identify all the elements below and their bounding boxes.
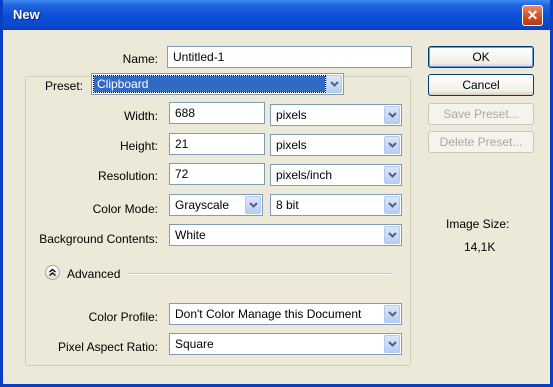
pixel-aspect-select[interactable]: Square [169,333,402,355]
preset-dropdown-arrow[interactable] [326,75,342,93]
ok-button[interactable]: OK [428,46,534,68]
height-label: Height: [119,139,158,153]
chevron-down-icon [388,202,397,208]
height-field[interactable]: 21 [169,133,265,155]
color-profile-arrow[interactable] [384,305,400,323]
image-size-value: 14,1K [464,240,496,254]
preset-selected-value: Clipboard [93,75,326,93]
name-label: Name: [122,52,158,66]
background-contents-value: White [175,228,206,242]
close-icon: ✕ [526,7,539,23]
height-unit-value: pixels [276,138,307,152]
bit-depth-select[interactable]: 8 bit [270,194,402,216]
advanced-label: Advanced [67,267,121,281]
height-unit-select[interactable]: pixels [270,134,402,156]
color-mode-select[interactable]: Grayscale [169,194,263,216]
save-preset-button[interactable]: Save Preset... [428,103,534,125]
width-field[interactable]: 688 [169,102,265,124]
chevron-down-icon [249,202,258,208]
pixel-aspect-value: Square [175,337,214,351]
resolution-unit-select[interactable]: pixels/inch [270,164,402,186]
background-contents-arrow[interactable] [384,226,400,244]
chevron-down-icon [388,311,397,317]
chevron-down-icon [388,341,397,347]
pixel-aspect-arrow[interactable] [384,335,400,353]
image-size-label: Image Size: [446,217,510,231]
resolution-field[interactable]: 72 [169,163,265,185]
bit-depth-value: 8 bit [276,198,299,212]
background-contents-label: Background Contents: [39,232,158,246]
pixel-aspect-label: Pixel Aspect Ratio: [57,340,158,354]
chevron-up-icon [49,268,56,276]
height-unit-arrow[interactable] [384,136,400,154]
preset-select[interactable]: Clipboard [91,73,344,95]
resolution-unit-arrow[interactable] [384,166,400,184]
chevron-down-icon [330,81,339,87]
resolution-unit-value: pixels/inch [276,168,333,182]
color-mode-value: Grayscale [175,198,230,212]
color-profile-select[interactable]: Don't Color Manage this Document [169,303,402,325]
resolution-label: Resolution: [97,169,158,183]
bit-depth-arrow[interactable] [384,196,400,214]
color-mode-arrow[interactable] [245,196,261,214]
new-document-dialog: New ✕ Name: Untitled-1 Preset: Clipboard… [0,0,553,387]
chevron-down-icon [388,172,397,178]
name-field[interactable]: Untitled-1 [167,46,412,68]
width-unit-arrow[interactable] [384,106,400,124]
width-unit-value: pixels [276,108,307,122]
chevron-down-icon [388,232,397,238]
delete-preset-button[interactable]: Delete Preset... [428,131,534,153]
close-button[interactable]: ✕ [522,5,543,26]
window-title: New [13,7,40,22]
width-unit-select[interactable]: pixels [270,104,402,126]
width-label: Width: [123,109,158,123]
preset-label: Preset: [39,79,88,93]
chevron-down-icon [388,142,397,148]
cancel-button[interactable]: Cancel [428,74,534,96]
color-profile-value: Don't Color Manage this Document [175,307,362,321]
advanced-toggle-button[interactable] [45,265,60,280]
background-contents-select[interactable]: White [169,224,402,246]
color-profile-label: Color Profile: [88,310,158,324]
advanced-divider [128,273,393,275]
color-mode-label: Color Mode: [92,202,158,216]
chevron-down-icon [388,112,397,118]
title-bar[interactable]: New ✕ [3,0,550,30]
